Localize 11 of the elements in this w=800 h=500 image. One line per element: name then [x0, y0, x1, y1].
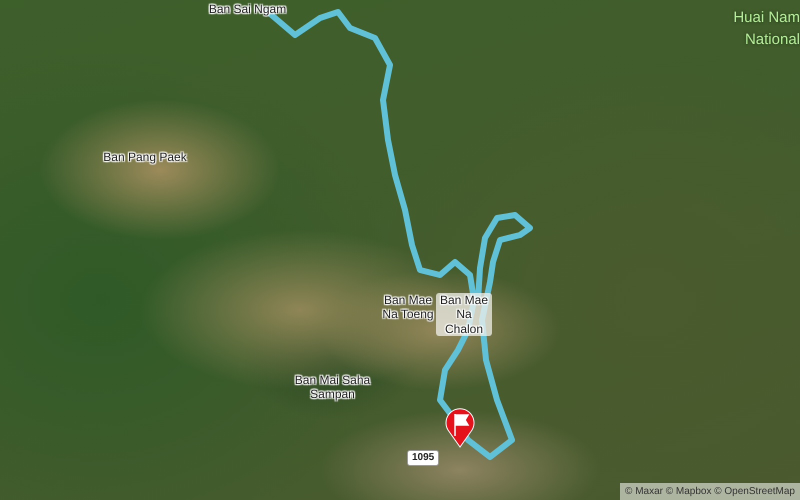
place-label: Ban Sai Ngam	[208, 2, 288, 16]
place-label: Ban Mae Na Chalon	[436, 293, 492, 336]
satellite-map[interactable]: Ban Sai Ngam Ban Pang Paek Ban Mae Na Toeng Ban Mae Na Chalon Ban Mai Saha Sampan Huai Nam National 1095 © Maxar © Mapbox © OpenStreetMap	[0, 0, 800, 500]
map-attribution: © Maxar © Mapbox © OpenStreetMap	[620, 483, 800, 500]
road-shield: 1095	[407, 450, 440, 466]
place-label: Ban Mae Na Toeng	[381, 293, 435, 322]
place-label: Ban Mai Saha Sampan	[294, 373, 372, 402]
park-label: Huai Nam	[733, 8, 800, 28]
location-marker-icon[interactable]	[446, 408, 474, 448]
park-label: National	[744, 30, 800, 50]
place-label: Ban Pang Paek	[102, 150, 188, 164]
